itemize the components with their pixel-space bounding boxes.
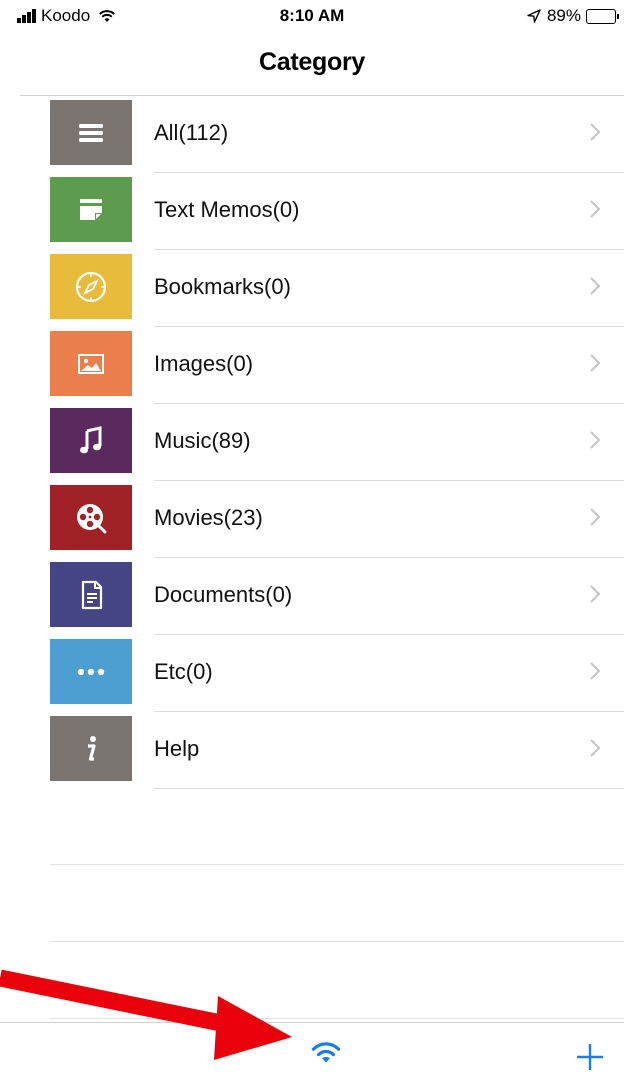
- category-label: Text Memos(0): [154, 197, 300, 222]
- category-row-movies[interactable]: Movies(23): [0, 481, 624, 558]
- compass-icon: [74, 270, 108, 304]
- etc-tile: [50, 639, 132, 704]
- red-arrow-annotation: [0, 969, 292, 1060]
- category-row-music[interactable]: Music(89): [0, 404, 624, 481]
- image-icon: [76, 352, 106, 376]
- chevron-right-icon: [590, 585, 601, 603]
- category-row-bookmarks[interactable]: Bookmarks(0): [0, 250, 624, 327]
- chevron-right-icon: [590, 354, 601, 372]
- bookmarks-tile: [50, 254, 132, 319]
- location-arrow-icon: [527, 9, 541, 23]
- category-label: Images(0): [154, 351, 254, 376]
- category-label: All(112): [154, 120, 229, 145]
- category-label: Music(89): [154, 428, 251, 453]
- category-row-etc[interactable]: Etc(0): [0, 635, 624, 712]
- category-row-help[interactable]: Help: [0, 712, 624, 789]
- more-dots-icon: [76, 667, 106, 677]
- film-reel-icon: [74, 501, 108, 535]
- text-memos-tile: [50, 177, 132, 242]
- memo-icon: [76, 196, 106, 224]
- category-list: All(112) Text Memos(0) Bookmarks(0) Imag…: [0, 96, 624, 789]
- chevron-right-icon: [590, 277, 601, 295]
- documents-tile: [50, 562, 132, 627]
- category-row-all[interactable]: All(112): [0, 96, 624, 173]
- chevron-right-icon: [590, 662, 601, 680]
- category-label: Etc(0): [154, 659, 213, 684]
- movies-tile: [50, 485, 132, 550]
- battery-percent: 89%: [546, 6, 581, 25]
- chevron-right-icon: [590, 431, 601, 449]
- music-note-icon: [77, 425, 105, 456]
- status-bar: Koodo 8:10 AM 89%: [0, 0, 624, 36]
- page-title: Category: [259, 48, 365, 76]
- empty-row-divider: [50, 864, 624, 865]
- category-label: Bookmarks(0): [154, 274, 291, 299]
- category-row-images[interactable]: Images(0): [0, 327, 624, 404]
- category-label: Movies(23): [154, 505, 263, 530]
- chevron-right-icon: [590, 200, 601, 218]
- category-label: Help: [154, 736, 200, 761]
- plus-icon[interactable]: [575, 1042, 605, 1072]
- help-tile: [50, 716, 132, 781]
- chevron-right-icon: [590, 123, 601, 141]
- chevron-right-icon: [590, 508, 601, 526]
- all-tile: [50, 100, 132, 165]
- images-tile: [50, 331, 132, 396]
- battery-icon: [586, 8, 619, 24]
- category-row-documents[interactable]: Documents(0): [0, 558, 624, 635]
- info-icon: [80, 734, 102, 764]
- music-tile: [50, 408, 132, 473]
- chevron-right-icon: [590, 739, 601, 757]
- category-label: Documents(0): [154, 582, 293, 607]
- list-icon: [76, 121, 106, 145]
- row-divider: [154, 788, 624, 789]
- document-icon: [77, 579, 105, 611]
- status-right: 89%: [527, 6, 619, 26]
- category-row-text-memos[interactable]: Text Memos(0): [0, 173, 624, 250]
